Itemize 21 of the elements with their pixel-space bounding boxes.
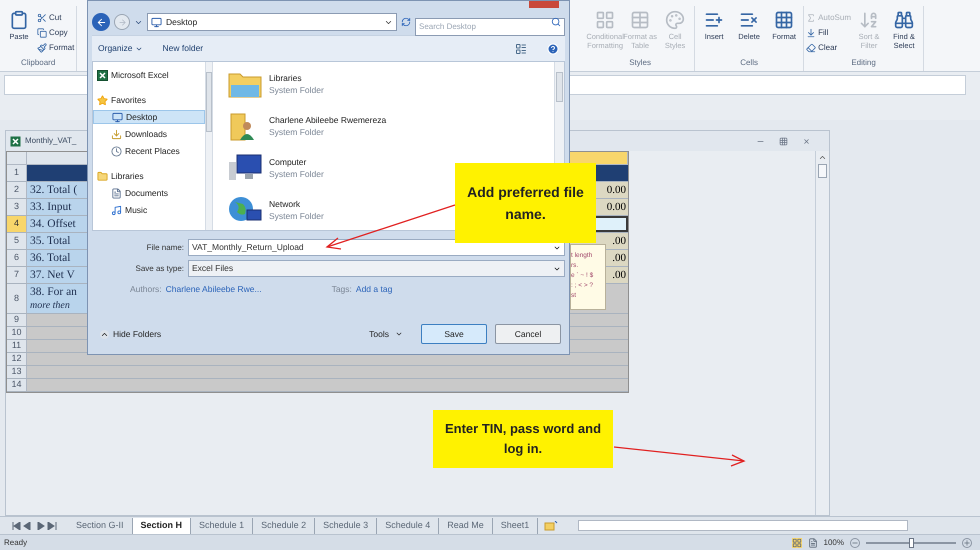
group-label: Editing bbox=[851, 57, 876, 69]
workbook-title: Monthly_VAT_ bbox=[25, 135, 76, 147]
field-label: Save as type: bbox=[134, 262, 184, 274]
field-label: Tags: bbox=[332, 283, 352, 296]
cell-note: more then bbox=[30, 298, 71, 312]
cell-text: 38. For an bbox=[30, 286, 78, 298]
group-label: Styles bbox=[629, 57, 651, 69]
field-label: Authors: bbox=[130, 283, 162, 296]
cell-text: 32. Total ( bbox=[30, 184, 78, 196]
callout-tooltip: Enter TIN, pass word and log in. bbox=[433, 410, 613, 468]
group-label: Clipboard bbox=[21, 57, 56, 69]
cell-text: 35. Total bbox=[30, 234, 72, 248]
cell-text: 37. Net V bbox=[30, 268, 76, 282]
cell-text: 36. Total bbox=[30, 252, 72, 264]
field-label: File name: bbox=[146, 242, 184, 254]
cell-text: 33. Input bbox=[30, 200, 72, 214]
group-label: Cells bbox=[740, 57, 758, 69]
status-text: Ready bbox=[4, 536, 28, 548]
zoom-level: 100% bbox=[824, 536, 844, 548]
callout-tooltip: Add preferred file name. bbox=[455, 163, 596, 243]
cell-text: 34. Offset bbox=[30, 218, 77, 230]
